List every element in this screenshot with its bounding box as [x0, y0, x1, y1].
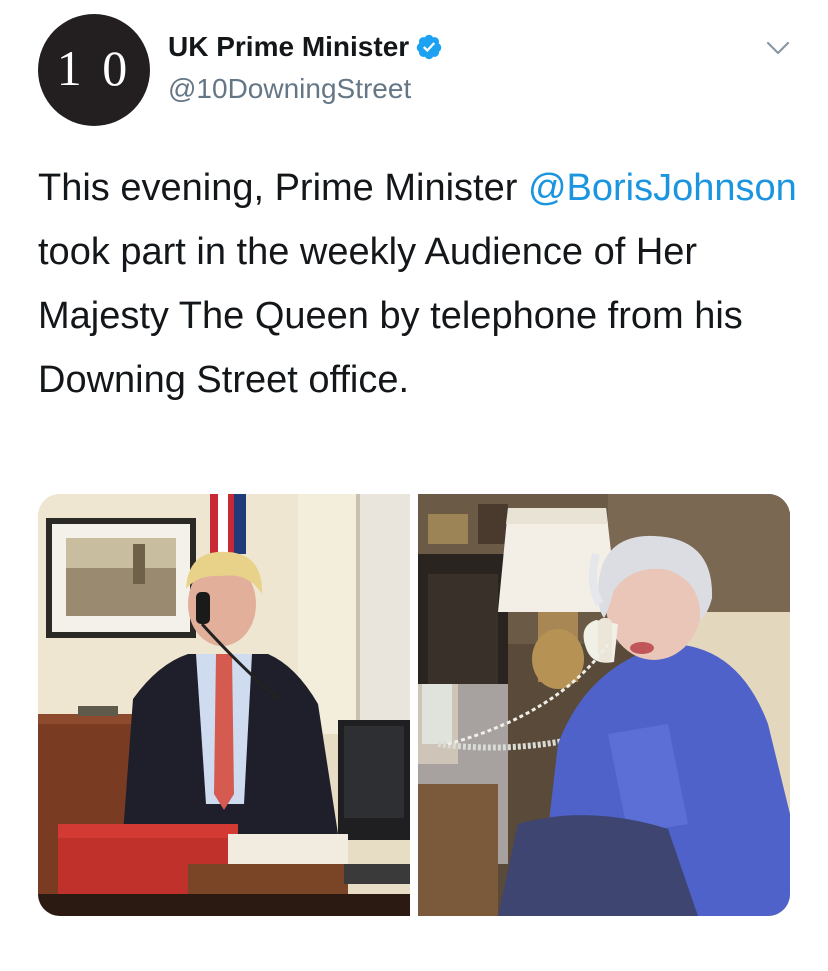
avatar-logo-text: 1 0	[56, 40, 132, 96]
photo-queen-image	[418, 494, 790, 916]
photo-queen-on-telephone[interactable]	[418, 494, 790, 916]
photo-pm-image	[38, 494, 410, 916]
photo-pm-on-telephone[interactable]	[38, 494, 410, 916]
chevron-down-icon[interactable]	[764, 34, 792, 62]
tweet-text-part: This evening, Prime Minister	[38, 167, 528, 209]
tweet-media	[38, 494, 790, 916]
author-handle[interactable]: @10DowningStreet	[168, 72, 443, 106]
verified-badge-icon	[415, 33, 443, 61]
mention-link[interactable]: @BorisJohnson	[528, 167, 797, 209]
tweet-text: This evening, Prime Minister @BorisJohns…	[38, 156, 808, 412]
author-display-name[interactable]: UK Prime Minister	[168, 30, 409, 64]
tweet-text-part: took part in the weekly Audience of Her …	[38, 231, 743, 401]
tweet-author[interactable]: UK Prime Minister @10DowningStreet	[168, 30, 443, 106]
profile-avatar[interactable]: 1 0	[38, 14, 150, 126]
author-name-row: UK Prime Minister	[168, 30, 443, 64]
